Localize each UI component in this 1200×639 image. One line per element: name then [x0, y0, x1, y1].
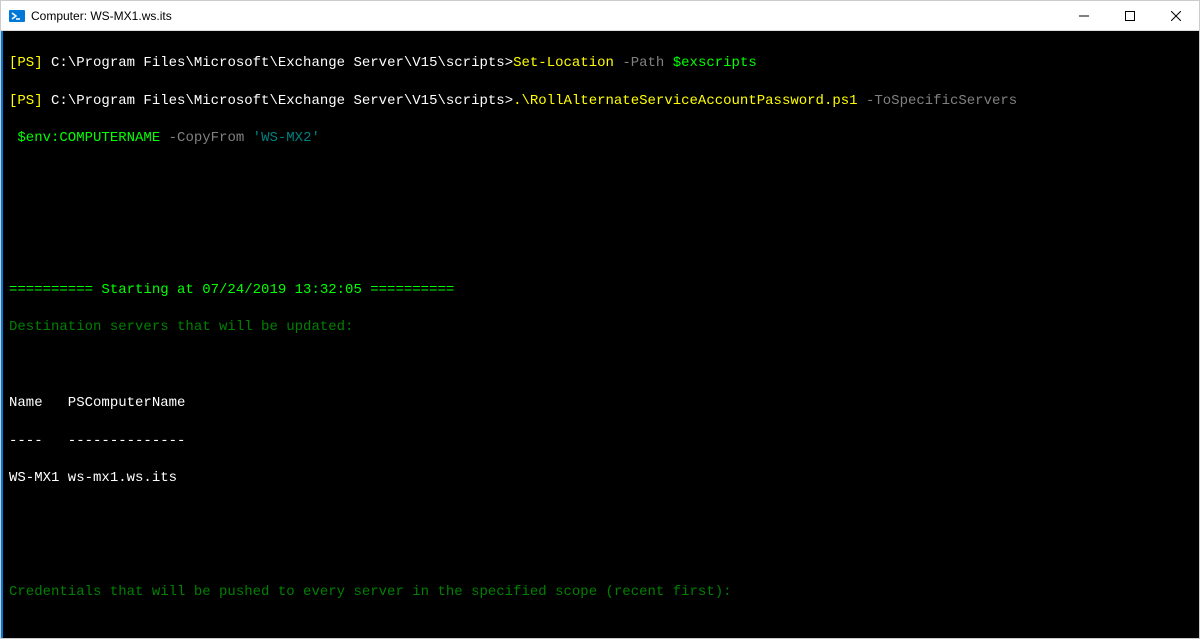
script-invocation: .\RollAlternateServiceAccountPassword.ps… [513, 93, 857, 109]
minimize-button[interactable] [1061, 1, 1107, 31]
ps-tag: [PS] [9, 55, 43, 71]
ps-tag: [PS] [9, 93, 43, 109]
param-tospecific: -ToSpecificServers [866, 93, 1017, 109]
var-exscripts: $exscripts [673, 55, 757, 71]
app-icon [9, 8, 25, 24]
window-title: Computer: WS-MX1.ws.its [31, 9, 1061, 23]
cred-header: Credentials that will be pushed to every… [9, 583, 1193, 602]
prompt-line-2: [PS] C:\Program Files\Microsoft\Exchange… [9, 92, 1193, 111]
cmdlet-set-location: Set-Location [513, 55, 614, 71]
close-button[interactable] [1153, 1, 1199, 31]
string-wsmx2: 'WS-MX2' [253, 130, 320, 146]
dest-table-row: WS-MX1 ws-mx1.ws.its [9, 469, 1193, 488]
powershell-window: Computer: WS-MX1.ws.its [PS] C:\Program … [0, 0, 1200, 639]
window-controls [1061, 1, 1199, 31]
var-computername: $env:COMPUTERNAME [9, 130, 160, 146]
prompt-line-1: [PS] C:\Program Files\Microsoft\Exchange… [9, 54, 1193, 73]
dest-header: Destination servers that will be updated… [9, 318, 1193, 337]
terminal-output[interactable]: [PS] C:\Program Files\Microsoft\Exchange… [1, 31, 1199, 638]
param-copyfrom: -CopyFrom [169, 130, 245, 146]
titlebar: Computer: WS-MX1.ws.its [1, 1, 1199, 31]
dest-table-dash: ---- -------------- [9, 432, 1193, 451]
param-path: -Path [622, 55, 664, 71]
prompt-line-2-cont: $env:COMPUTERNAME -CopyFrom 'WS-MX2' [9, 129, 1193, 148]
starting-line: ========== Starting at 07/24/2019 13:32:… [9, 281, 1193, 300]
dest-table-cols: Name PSComputerName [9, 394, 1193, 413]
maximize-button[interactable] [1107, 1, 1153, 31]
prompt-path: C:\Program Files\Microsoft\Exchange Serv… [51, 93, 513, 109]
prompt-path: C:\Program Files\Microsoft\Exchange Serv… [51, 55, 513, 71]
